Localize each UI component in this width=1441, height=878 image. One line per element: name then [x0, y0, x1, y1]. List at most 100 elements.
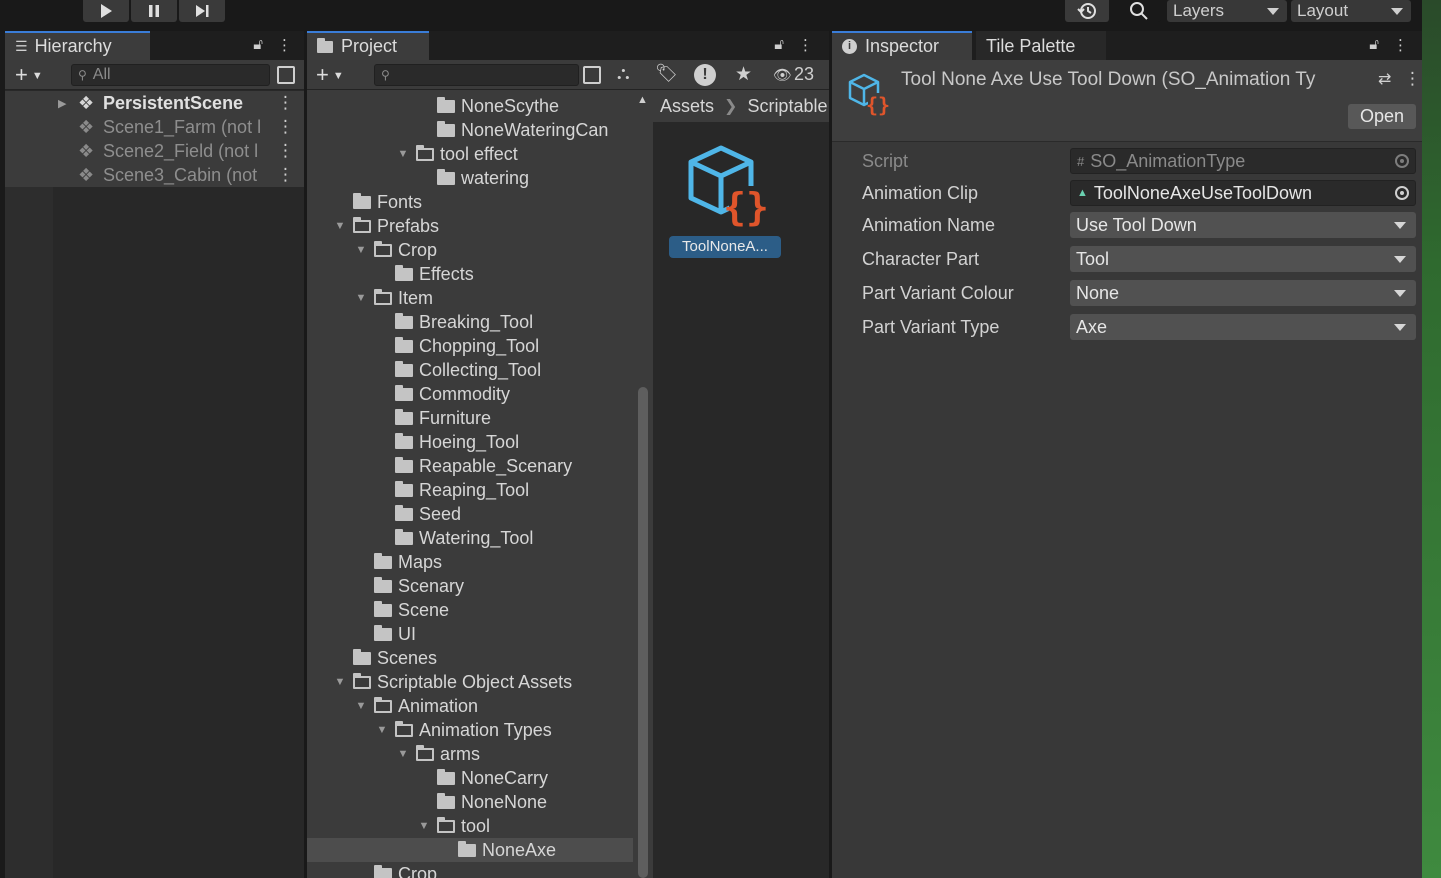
tab-project[interactable]: Project: [307, 31, 429, 60]
folder-icon: [374, 576, 392, 593]
play-button[interactable]: [83, 0, 129, 22]
tree-item-folder[interactable]: Scene: [307, 598, 633, 622]
tree-item-folder[interactable]: Maps: [307, 550, 633, 574]
tree-item-folder[interactable]: NoneScythe: [307, 94, 633, 118]
open-button[interactable]: Open: [1348, 104, 1416, 129]
more-icon[interactable]: ⋮: [798, 36, 813, 54]
more-icon[interactable]: ⋮: [277, 36, 292, 54]
property-dropdown[interactable]: Tool: [1070, 246, 1416, 272]
tree-item-folder[interactable]: ▼ Item: [307, 286, 633, 310]
tree-item-label: NoneCarry: [461, 767, 549, 788]
expand-arrow-icon[interactable]: ▼: [375, 724, 389, 736]
expand-arrow-icon[interactable]: ▼: [417, 820, 431, 832]
hidden-packages-toggle[interactable]: 👁︎ 23: [773, 64, 814, 85]
tree-item-folder[interactable]: Effects: [307, 262, 633, 286]
asset-tile[interactable]: {} ToolNoneA...: [669, 142, 781, 262]
hierarchy-item[interactable]: ❖ Scene2_Field (not l ⋮: [5, 139, 304, 163]
history-button[interactable]: [1065, 0, 1109, 22]
tree-item-folder[interactable]: watering: [307, 166, 633, 190]
hierarchy-search-input[interactable]: ⚲ All: [71, 64, 270, 86]
filter-by-type-icon[interactable]: ⛬: [617, 63, 630, 84]
object-field[interactable]: ▲ ToolNoneAxeUseToolDown: [1070, 180, 1416, 206]
tree-item-folder[interactable]: NoneAxe: [307, 838, 633, 862]
tree-item-folder[interactable]: Watering_Tool: [307, 526, 633, 550]
more-icon[interactable]: ⋮: [277, 117, 294, 137]
tree-item-folder[interactable]: ▼ Animation Types: [307, 718, 633, 742]
tree-item-folder[interactable]: Furniture: [307, 406, 633, 430]
expand-arrow-icon[interactable]: ▶: [58, 97, 66, 110]
scene-picker-button[interactable]: [277, 66, 295, 84]
tab-inspector[interactable]: i Inspector: [832, 31, 972, 60]
more-icon[interactable]: ⋮: [1404, 69, 1421, 89]
tree-item-folder[interactable]: ▼ arms: [307, 742, 633, 766]
scroll-up-arrow[interactable]: ▲: [637, 94, 648, 106]
presets-icon[interactable]: ⇄: [1378, 69, 1391, 89]
expand-arrow-icon[interactable]: ▼: [396, 148, 410, 160]
more-icon[interactable]: ⋮: [277, 165, 294, 185]
tree-item-folder[interactable]: Fonts: [307, 190, 633, 214]
tree-item-folder[interactable]: ▼ tool: [307, 814, 633, 838]
search-mode-button[interactable]: [583, 66, 601, 84]
scroll-thumb[interactable]: [638, 387, 648, 878]
hierarchy-item[interactable]: ▶ ❖ PersistentScene ⋮: [5, 91, 304, 115]
tree-item-folder[interactable]: ▼ tool effect: [307, 142, 633, 166]
tree-item-folder[interactable]: ▼ Scriptable Object Assets: [307, 670, 633, 694]
expand-arrow-icon[interactable]: ▼: [354, 292, 368, 304]
tab-tile-palette[interactable]: Tile Palette: [976, 31, 1106, 60]
property-dropdown[interactable]: Axe: [1070, 314, 1416, 340]
object-picker-icon[interactable]: [1395, 186, 1409, 200]
create-button[interactable]: + ▼: [316, 62, 344, 88]
tree-item-folder[interactable]: Collecting_Tool: [307, 358, 633, 382]
script-icon: #: [1077, 153, 1085, 169]
tree-item-folder[interactable]: NoneNone: [307, 790, 633, 814]
tree-item-folder[interactable]: NoneCarry: [307, 766, 633, 790]
hierarchy-item[interactable]: ❖ Scene1_Farm (not l ⋮: [5, 115, 304, 139]
layout-dropdown[interactable]: Layout: [1291, 0, 1411, 22]
add-button[interactable]: + ▼: [15, 62, 43, 88]
tree-item-folder[interactable]: Crop: [307, 862, 633, 878]
favorites-star-icon[interactable]: ★: [735, 63, 752, 86]
expand-arrow-icon[interactable]: ▼: [333, 676, 347, 688]
breadcrumb-assets[interactable]: Assets: [660, 96, 714, 117]
tree-item-folder[interactable]: Chopping_Tool: [307, 334, 633, 358]
tree-item-folder[interactable]: Commodity: [307, 382, 633, 406]
tree-item-folder[interactable]: Hoeing_Tool: [307, 430, 633, 454]
more-icon[interactable]: ⋮: [277, 141, 294, 161]
tree-item-folder[interactable]: Reapable_Scenary: [307, 454, 633, 478]
tree-item-folder[interactable]: ▼ Prefabs: [307, 214, 633, 238]
expand-arrow-icon[interactable]: ▼: [333, 220, 347, 232]
chevron-down-icon: [1391, 8, 1403, 15]
lock-icon[interactable]: 🔓︎: [1369, 36, 1379, 54]
lock-icon[interactable]: 🔓︎: [253, 36, 263, 54]
project-search-input[interactable]: ⚲: [374, 64, 579, 86]
tree-item-folder[interactable]: Seed: [307, 502, 633, 526]
tab-hierarchy[interactable]: ☰ Hierarchy: [5, 31, 150, 60]
tree-item-folder[interactable]: Scenes: [307, 646, 633, 670]
property-dropdown[interactable]: None: [1070, 280, 1416, 306]
pause-button[interactable]: [131, 0, 177, 22]
more-icon[interactable]: ⋮: [277, 93, 294, 113]
expand-arrow-icon[interactable]: ▼: [354, 700, 368, 712]
tree-item-folder[interactable]: ▼ Animation: [307, 694, 633, 718]
tree-item-label: Commodity: [419, 383, 511, 404]
more-icon[interactable]: ⋮: [1393, 36, 1408, 54]
tree-item-folder[interactable]: NoneWateringCan: [307, 118, 633, 142]
tree-scrollbar[interactable]: ▲: [633, 90, 653, 878]
search-button[interactable]: [1117, 0, 1161, 22]
filter-by-label-icon[interactable]: 🏷︎: [655, 63, 678, 84]
tree-item-folder[interactable]: Breaking_Tool: [307, 310, 633, 334]
tree-item-folder[interactable]: Scenary: [307, 574, 633, 598]
property-dropdown[interactable]: Use Tool Down: [1070, 212, 1416, 238]
lock-icon[interactable]: 🔓︎: [774, 36, 784, 54]
tree-item-folder[interactable]: Reaping_Tool: [307, 478, 633, 502]
tree-item-folder[interactable]: UI: [307, 622, 633, 646]
expand-arrow-icon[interactable]: ▼: [354, 244, 368, 256]
warning-filter-icon[interactable]: !: [694, 64, 716, 86]
layers-dropdown[interactable]: Layers: [1167, 0, 1287, 22]
step-button[interactable]: [179, 0, 225, 22]
property-value: Use Tool Down: [1076, 214, 1197, 235]
breadcrumb-scriptable[interactable]: Scriptable: [747, 96, 827, 117]
tree-item-folder[interactable]: ▼ Crop: [307, 238, 633, 262]
hierarchy-item[interactable]: ❖ Scene3_Cabin (not ⋮: [5, 163, 304, 187]
expand-arrow-icon[interactable]: ▼: [396, 748, 410, 760]
